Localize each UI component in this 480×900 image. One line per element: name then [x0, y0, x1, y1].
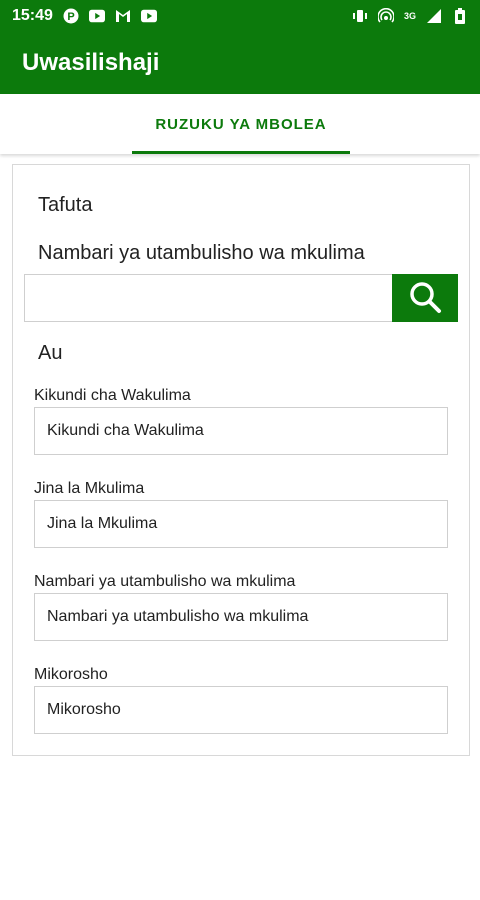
search-input[interactable] — [24, 274, 392, 322]
search-icon — [408, 280, 442, 317]
search-row — [24, 274, 458, 322]
farmer-group-label: Kikundi cha Wakulima — [34, 387, 191, 404]
farmer-name-label: Jina la Mkulima — [34, 480, 145, 497]
svg-text:P: P — [67, 11, 74, 23]
active-tab-indicator — [132, 151, 350, 154]
tab-ruzuku-ya-mbolea[interactable]: RUZUKU YA MBOLEA — [132, 94, 350, 154]
app-bar: Uwasilishaji — [0, 32, 480, 94]
tab-label: RUZUKU YA MBOLEA — [155, 115, 327, 133]
hotspot-icon — [377, 8, 394, 24]
search-subheading: Nambari ya utambulisho wa mkulima — [38, 242, 365, 264]
search-button[interactable] — [392, 274, 458, 322]
signal-icon — [426, 8, 442, 24]
farmer-name-input[interactable] — [34, 500, 448, 548]
battery-icon — [452, 8, 468, 24]
status-bar: 15:49 P 3G — [0, 0, 480, 32]
cashew-label: Mikorosho — [34, 666, 108, 683]
app-title: Uwasilishaji — [22, 49, 160, 76]
parking-icon: P — [63, 8, 79, 24]
youtube-icon — [140, 8, 157, 24]
search-heading: Tafuta — [38, 194, 93, 216]
tab-strip: RUZUKU YA MBOLEA — [0, 94, 480, 154]
status-time: 15:49 — [12, 7, 53, 24]
farmer-group-input[interactable] — [34, 407, 448, 455]
gmail-icon — [115, 8, 131, 24]
network-type: 3G — [403, 11, 416, 21]
youtube-icon — [88, 8, 105, 24]
or-label: Au — [38, 342, 63, 364]
vibrate-icon — [352, 8, 368, 24]
cashew-input[interactable] — [34, 686, 448, 734]
farmer-id-label: Nambari ya utambulisho wa mkulima — [34, 573, 296, 590]
farmer-id-input[interactable] — [34, 593, 448, 641]
